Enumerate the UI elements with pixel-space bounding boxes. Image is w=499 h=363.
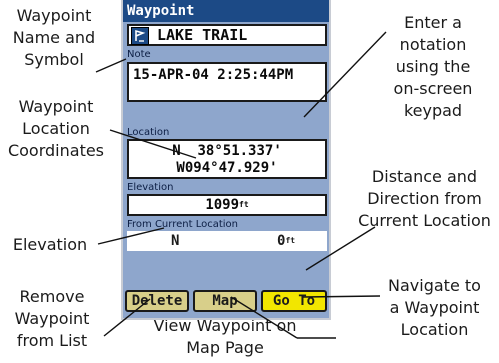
leader-lines bbox=[95, 31, 387, 339]
